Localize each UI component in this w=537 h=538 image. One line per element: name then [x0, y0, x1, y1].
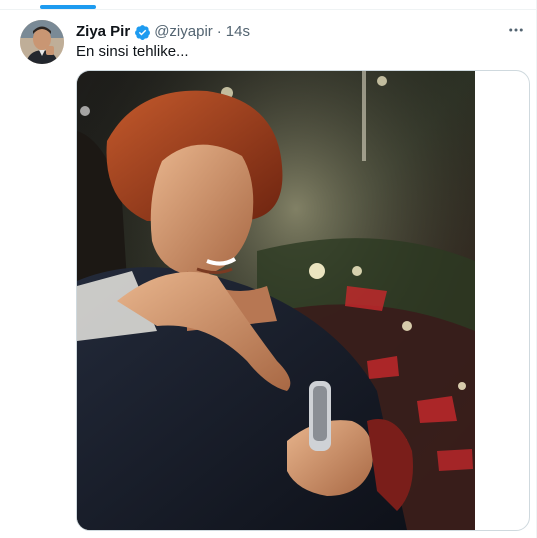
media-card[interactable] [76, 70, 530, 531]
verified-badge-icon [134, 24, 151, 41]
tweet-header: Ziya Pir @ziyapir · 14s [76, 22, 250, 42]
tweet-page: Ziya Pir @ziyapir · 14s En sinsi tehlike… [0, 0, 537, 538]
author-name[interactable]: Ziya Pir [76, 22, 130, 42]
divider [0, 9, 537, 10]
tweet-text: En sinsi tehlike... [76, 43, 189, 60]
more-horizontal-icon[interactable] [505, 20, 527, 40]
timestamp[interactable]: 14s [226, 22, 250, 42]
author-handle[interactable]: @ziyapir [154, 22, 213, 42]
tweet-photo[interactable] [77, 71, 475, 530]
avatar[interactable] [20, 20, 64, 64]
avatar-image [20, 20, 64, 64]
separator-dot: · [216, 23, 222, 40]
